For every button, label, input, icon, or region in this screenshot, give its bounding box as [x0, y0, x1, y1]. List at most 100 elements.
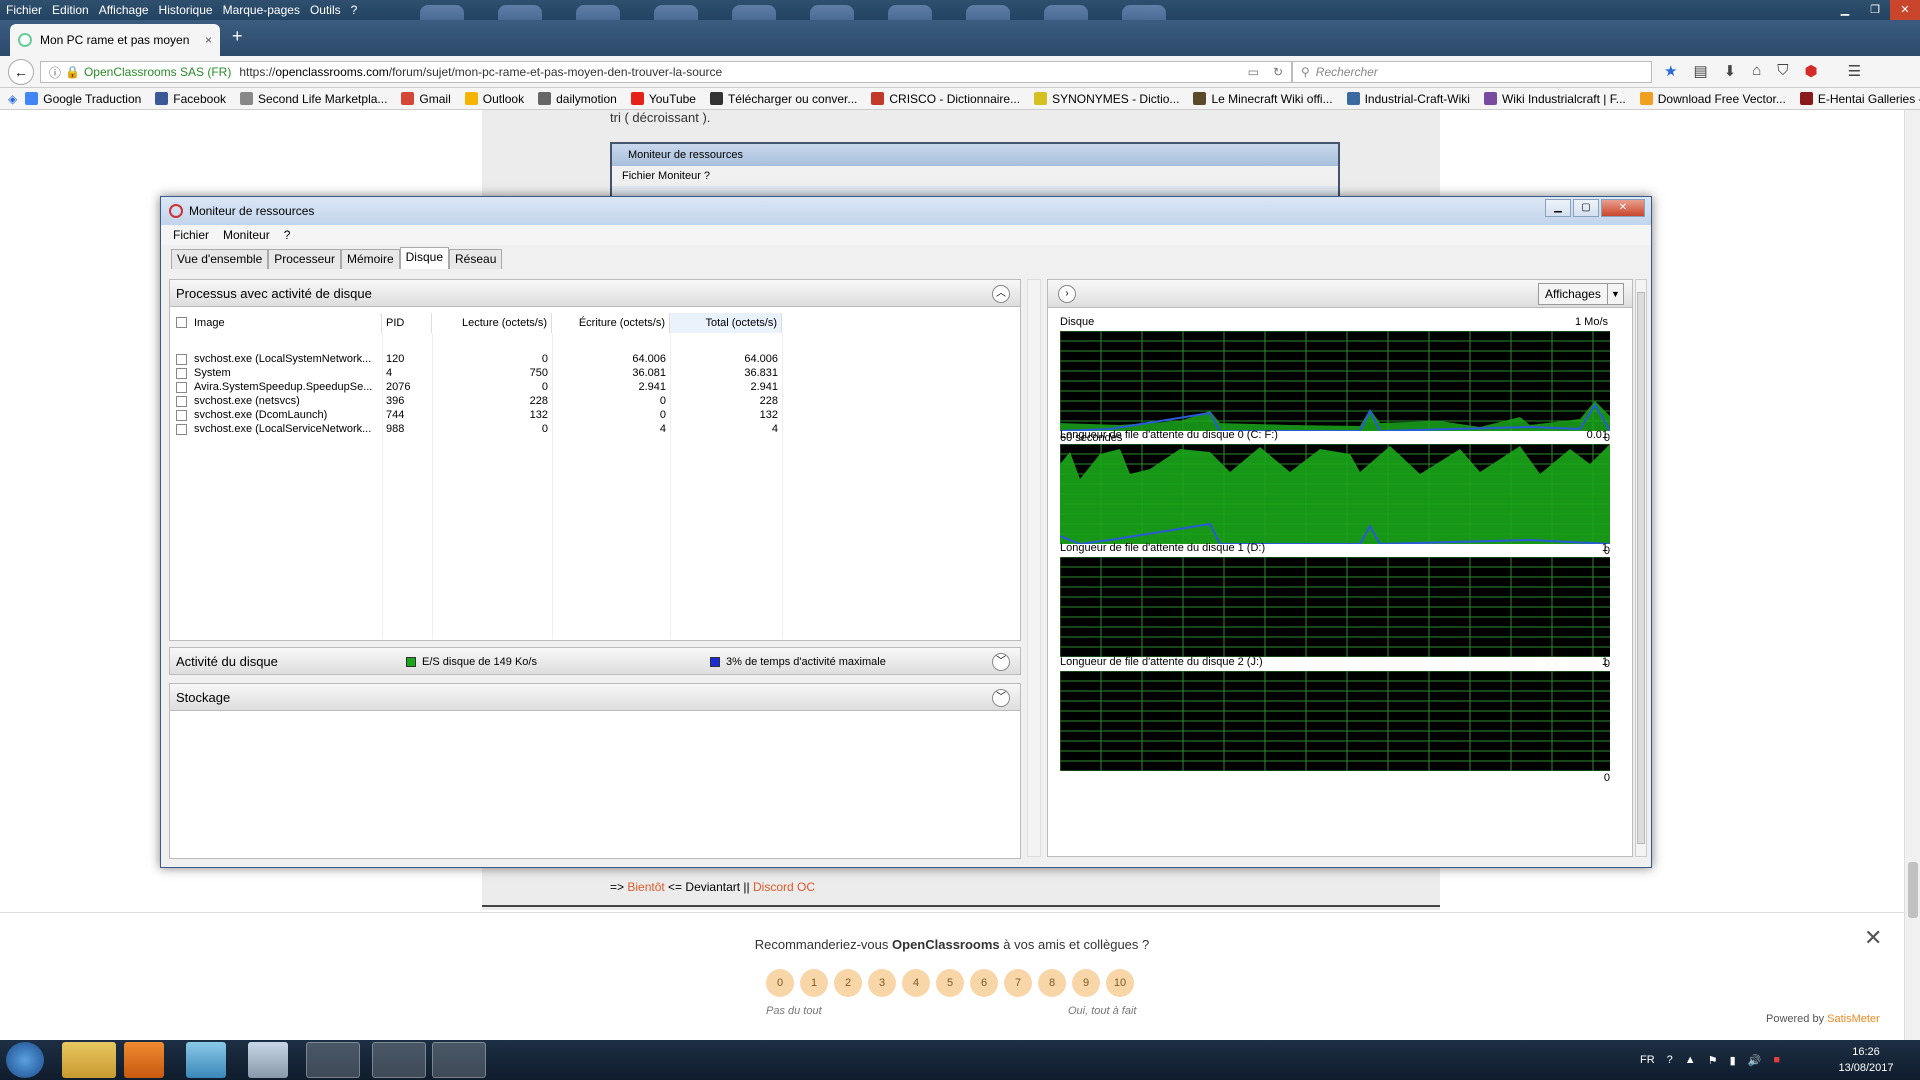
score-button[interactable]: 9 [1072, 969, 1100, 997]
tab-vue-ensemble[interactable]: Vue d'ensemble [171, 249, 269, 269]
sig-link-discord[interactable]: Discord OC [753, 880, 815, 894]
bookmark-item[interactable]: E-Hentai Galleries - Th... [1799, 92, 1920, 106]
help-icon[interactable]: ? [1667, 1054, 1673, 1066]
bookmark-item[interactable]: Facebook [155, 92, 226, 106]
menu-historique[interactable]: Historique [159, 3, 213, 17]
bookmark-item[interactable]: SYNONYMES - Dictio... [1034, 92, 1179, 106]
tab-active[interactable]: Mon PC rame et pas moyen × [10, 24, 220, 56]
col-image[interactable]: Image [192, 313, 382, 333]
score-button[interactable]: 7 [1004, 969, 1032, 997]
graphs-scroll-thumb[interactable] [1637, 292, 1645, 844]
menu-edition[interactable]: Edition [52, 3, 89, 17]
bookmark-item[interactable]: Industrial-Craft-Wiki [1346, 92, 1470, 106]
pocket-icon[interactable]: ⛉ [1777, 62, 1788, 80]
row-checkbox[interactable] [176, 424, 187, 435]
adblock-icon[interactable]: ⬢ [1805, 62, 1818, 80]
bookmark-item[interactable]: CRISCO - Dictionnaire... [871, 92, 1020, 106]
select-all-checkbox[interactable] [176, 317, 187, 328]
row-checkbox[interactable] [176, 396, 187, 407]
chevron-up-icon[interactable]: ︿ [992, 285, 1010, 303]
chevron-right-icon[interactable]: › [1058, 285, 1076, 303]
notes-taskbar-icon[interactable] [186, 1042, 226, 1078]
info-icon[interactable]: ⓘ [49, 64, 61, 81]
flag-icon[interactable]: ⚑ [1708, 1054, 1718, 1067]
page-scrollbar[interactable] [1904, 110, 1920, 1040]
start-button[interactable] [6, 1042, 44, 1078]
antivirus-icon[interactable]: ■ [1773, 1054, 1780, 1066]
menu-marque-pages[interactable]: Marque-pages [223, 3, 300, 17]
score-button[interactable]: 5 [936, 969, 964, 997]
reload-icon[interactable]: ↻ [1273, 65, 1283, 79]
tab-reseau[interactable]: Réseau [449, 249, 503, 269]
back-button[interactable]: ← [8, 59, 34, 85]
tab-processeur[interactable]: Processeur [268, 249, 341, 269]
score-button[interactable]: 8 [1038, 969, 1066, 997]
score-button[interactable]: 0 [766, 969, 794, 997]
col-pid[interactable]: PID [382, 313, 432, 333]
home-icon[interactable]: ⌂ [1752, 62, 1761, 80]
calculator-taskbar-icon[interactable] [248, 1042, 288, 1078]
bookmark-item[interactable]: Outlook [464, 92, 524, 106]
search-input[interactable]: ⚲ Rechercher [1292, 61, 1652, 83]
close-button[interactable]: ✕ [1890, 0, 1920, 20]
clock[interactable]: 16:26 13/08/2017 [1818, 1044, 1914, 1076]
bookmark-item[interactable]: dailymotion [538, 92, 617, 106]
tab-disque[interactable]: Disque [399, 247, 449, 269]
row-checkbox[interactable] [176, 368, 187, 379]
explorer-taskbar-icon[interactable] [62, 1042, 116, 1078]
score-button[interactable]: 2 [834, 969, 862, 997]
page-scroll-thumb[interactable] [1908, 862, 1918, 918]
bookmark-item[interactable]: Gmail [401, 92, 451, 106]
tray-expand-icon[interactable]: ▲ [1685, 1054, 1696, 1066]
bookmark-item[interactable]: Le Minecraft Wiki offi... [1193, 92, 1333, 106]
menu-outils[interactable]: Outils [310, 3, 341, 17]
firefox-taskbar-icon[interactable] [306, 1042, 360, 1078]
rm-maximize-button[interactable]: ▢ [1573, 199, 1599, 217]
restore-button[interactable]: ❐ [1860, 0, 1890, 20]
activity-section-header[interactable]: Activité du disque E/S disque de 149 Ko/… [169, 647, 1021, 675]
library-icon[interactable]: ▤ [1693, 62, 1707, 80]
col-total[interactable]: Total (octets/s) [670, 313, 782, 333]
bookmark-item[interactable]: Wiki Industrialcraft | F... [1483, 92, 1626, 106]
row-checkbox[interactable] [176, 382, 187, 393]
score-button[interactable]: 10 [1106, 969, 1134, 997]
network-icon[interactable]: ▮ [1730, 1054, 1736, 1067]
score-button[interactable]: 3 [868, 969, 896, 997]
graphs-scrollbar[interactable] [1635, 279, 1647, 857]
rm-menu-help[interactable]: ? [284, 228, 291, 242]
chevron-down-icon[interactable]: ﹀ [992, 653, 1010, 671]
survey-close-icon[interactable]: ✕ [1864, 925, 1882, 951]
chevron-down-icon[interactable]: ﹀ [992, 689, 1010, 707]
rm-close-button[interactable]: ✕ [1601, 199, 1645, 217]
new-tab-button[interactable]: + [232, 26, 243, 47]
download-icon[interactable]: ⬇ [1724, 62, 1737, 80]
menu-help[interactable]: ? [351, 3, 358, 17]
powered-brand[interactable]: SatisMeter [1827, 1013, 1880, 1025]
bookmark-item[interactable]: Télécharger ou conver... [709, 92, 857, 106]
tab-memoire[interactable]: Mémoire [340, 249, 400, 269]
score-button[interactable]: 6 [970, 969, 998, 997]
affichages-dropdown[interactable]: Affichages ▼ [1538, 283, 1624, 305]
col-ecriture[interactable]: Écriture (octets/s) [552, 313, 670, 333]
rm-menu-fichier[interactable]: Fichier [173, 228, 209, 242]
score-button[interactable]: 1 [800, 969, 828, 997]
resource-monitor-taskbar-icon[interactable] [372, 1042, 426, 1078]
bookmark-item[interactable]: Download Free Vector... [1639, 92, 1786, 106]
row-checkbox[interactable] [176, 354, 187, 365]
url-bar[interactable]: ⓘ 🔒 OpenClassrooms SAS (FR) https:// ope… [40, 61, 1292, 83]
bookmark-item[interactable]: Google Traduction [25, 92, 141, 106]
sig-link-bientot[interactable]: Bientôt [627, 880, 664, 894]
media-player-taskbar-icon[interactable] [124, 1042, 164, 1078]
language-indicator[interactable]: FR [1640, 1054, 1655, 1066]
col-lecture[interactable]: Lecture (octets/s) [432, 313, 552, 333]
bookmark-star-icon[interactable]: ★ [1664, 62, 1677, 80]
bookmark-item[interactable]: Second Life Marketpla... [240, 92, 387, 106]
minimize-button[interactable]: ▁ [1830, 0, 1860, 20]
reader-view-icon[interactable]: ▭ [1248, 65, 1259, 79]
row-checkbox[interactable] [176, 410, 187, 421]
hamburger-menu-icon[interactable]: ☰ [1848, 62, 1861, 80]
storage-section-header[interactable]: Stockage ﹀ [169, 683, 1021, 711]
score-button[interactable]: 4 [902, 969, 930, 997]
proc-section-header[interactable]: Processus avec activité de disque ︿ [169, 279, 1021, 307]
rm-menu-moniteur[interactable]: Moniteur [223, 228, 270, 242]
